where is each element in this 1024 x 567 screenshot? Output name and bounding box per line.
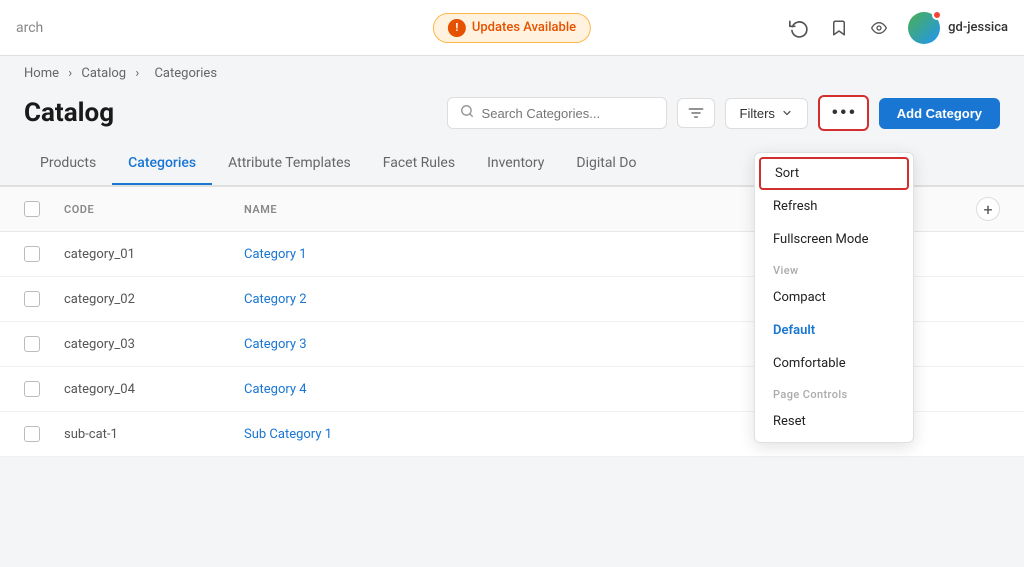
cell-code: category_04 bbox=[64, 382, 244, 397]
cell-code: category_02 bbox=[64, 292, 244, 307]
row-checkbox[interactable] bbox=[24, 291, 40, 307]
dropdown-sort[interactable]: Sort bbox=[759, 157, 909, 190]
avatar-notification-dot bbox=[932, 10, 942, 20]
dropdown-menu: Sort Refresh Fullscreen Mode View Compac… bbox=[754, 152, 914, 443]
header-actions: Filters • • • Add Category bbox=[447, 95, 1000, 131]
dot1: • bbox=[832, 104, 838, 122]
dropdown-page-controls-section: Page Controls bbox=[755, 380, 913, 405]
tab-facet-rules[interactable]: Facet Rules bbox=[367, 143, 471, 185]
dropdown-view-section: View bbox=[755, 256, 913, 281]
bookmark-icon[interactable] bbox=[828, 17, 850, 39]
search-input[interactable] bbox=[482, 106, 654, 121]
breadcrumb-sep2: › bbox=[135, 66, 142, 81]
add-category-button[interactable]: Add Category bbox=[879, 98, 1000, 129]
header-code: CODE bbox=[64, 203, 244, 216]
breadcrumb-home[interactable]: Home bbox=[24, 66, 59, 81]
eye-icon[interactable] bbox=[868, 17, 890, 39]
row-checkbox-cell bbox=[24, 336, 64, 352]
dropdown-comfortable[interactable]: Comfortable bbox=[755, 347, 913, 380]
page-header: Catalog Filters • • bbox=[0, 91, 1024, 131]
avatar bbox=[908, 12, 940, 44]
breadcrumb-current: Categories bbox=[154, 66, 217, 81]
filters-label: Filters bbox=[740, 106, 775, 121]
breadcrumb: Home › Catalog › Categories bbox=[0, 56, 1024, 91]
navbar-left: arch bbox=[16, 20, 788, 36]
tab-attribute-templates[interactable]: Attribute Templates bbox=[212, 143, 367, 185]
updates-label: Updates Available bbox=[472, 20, 576, 35]
search-box[interactable] bbox=[447, 97, 667, 129]
header-plus-cell: + bbox=[960, 197, 1000, 221]
row-checkbox-cell bbox=[24, 426, 64, 442]
tab-products[interactable]: Products bbox=[24, 143, 112, 185]
tab-digital-do[interactable]: Digital Do bbox=[560, 143, 652, 185]
search-icon bbox=[460, 104, 474, 122]
navbar-right: gd-jessica bbox=[788, 12, 1008, 44]
updates-icon: ! bbox=[448, 19, 466, 37]
dropdown-fullscreen[interactable]: Fullscreen Mode bbox=[755, 223, 913, 256]
navbar-center: ! Updates Available bbox=[433, 13, 591, 43]
navbar: arch ! Updates Available bbox=[0, 0, 1024, 56]
row-checkbox-cell bbox=[24, 291, 64, 307]
user-avatar-container[interactable]: gd-jessica bbox=[908, 12, 1008, 44]
row-checkbox[interactable] bbox=[24, 246, 40, 262]
filter-icon-button[interactable] bbox=[677, 98, 715, 128]
page-title: Catalog bbox=[24, 98, 114, 128]
row-checkbox[interactable] bbox=[24, 426, 40, 442]
search-partial: arch bbox=[16, 20, 43, 36]
history-icon[interactable] bbox=[788, 17, 810, 39]
tab-inventory[interactable]: Inventory bbox=[471, 143, 560, 185]
row-checkbox[interactable] bbox=[24, 381, 40, 397]
dropdown-refresh[interactable]: Refresh bbox=[755, 190, 913, 223]
row-checkbox-cell bbox=[24, 246, 64, 262]
cell-code: sub-cat-1 bbox=[64, 427, 244, 442]
cell-code: category_01 bbox=[64, 247, 244, 262]
row-checkbox-cell bbox=[24, 381, 64, 397]
dropdown-default[interactable]: Default bbox=[755, 314, 913, 347]
breadcrumb-sep1: › bbox=[68, 66, 75, 81]
username-label: gd-jessica bbox=[948, 20, 1008, 35]
filters-button[interactable]: Filters bbox=[725, 98, 808, 129]
more-options-button[interactable]: • • • bbox=[818, 95, 869, 131]
breadcrumb-catalog[interactable]: Catalog bbox=[81, 66, 126, 81]
dot3: • bbox=[849, 104, 855, 122]
dropdown-reset[interactable]: Reset bbox=[755, 405, 913, 438]
add-column-button[interactable]: + bbox=[976, 197, 1000, 221]
row-checkbox[interactable] bbox=[24, 336, 40, 352]
tab-categories[interactable]: Categories bbox=[112, 143, 212, 185]
updates-badge[interactable]: ! Updates Available bbox=[433, 13, 591, 43]
cell-code: category_03 bbox=[64, 337, 244, 352]
dot2: • bbox=[841, 104, 847, 122]
dropdown-compact[interactable]: Compact bbox=[755, 281, 913, 314]
header-checkbox-cell bbox=[24, 201, 64, 217]
select-all-checkbox[interactable] bbox=[24, 201, 40, 217]
